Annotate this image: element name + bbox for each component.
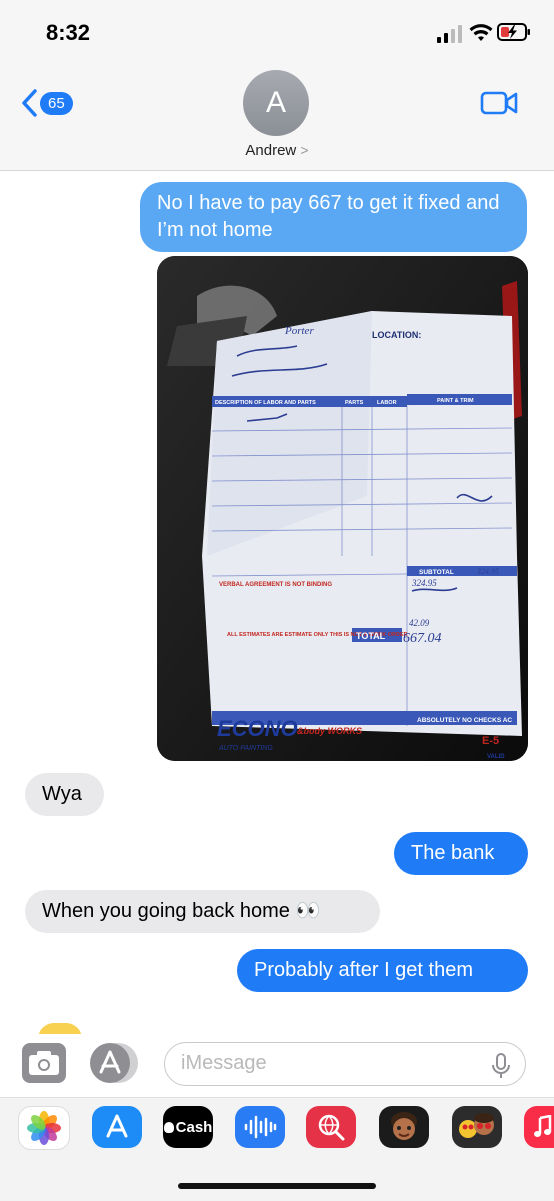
apple-logo-icon — [163, 1121, 174, 1133]
photo-subtotal-label: SUBTOTAL — [419, 569, 454, 576]
memoji-stickers-app-icon[interactable] — [452, 1106, 502, 1148]
photo-subtotal-value: 324.95 — [476, 567, 499, 576]
camera-icon[interactable] — [22, 1043, 66, 1083]
photo-valid: VALID — [487, 754, 505, 760]
photo-handwritten-name: Porter — [284, 325, 314, 337]
sent-message-bubble[interactable]: Probably after I get them — [237, 949, 528, 992]
photo-brand: ECONO — [217, 716, 298, 741]
wifi-icon — [469, 24, 493, 41]
message-text: When you going back home 👀 — [42, 900, 321, 922]
photo-total-label: TOTAL — [356, 631, 386, 641]
audio-message-app-icon[interactable] — [235, 1106, 285, 1148]
imessage-input[interactable]: iMessage — [164, 1042, 526, 1086]
photo-no-checks: ABSOLUTELY NO CHECKS AC — [417, 717, 512, 724]
photo-brand-tag: AUTO PAINTING — [218, 745, 273, 752]
photo-brand-sub: &body WORKS — [297, 726, 362, 736]
message-text: No I have to pay 667 to get it fixed and… — [157, 192, 500, 241]
photo-paint-header: PAINT & TRIM — [437, 398, 474, 404]
music-note-icon — [534, 1115, 552, 1137]
globe-search-icon — [318, 1114, 345, 1141]
photos-app-icon[interactable] — [18, 1106, 70, 1150]
clock: 8:32 — [46, 20, 91, 45]
photo-form-number: E-5 — [482, 735, 499, 747]
waveform-icon — [244, 1115, 277, 1139]
message-text: Probably after I get them — [254, 959, 474, 981]
conversation-header: 65 A Andrew > — [0, 66, 554, 171]
unread-count-badge: 65 — [40, 91, 73, 115]
sent-message-bubble[interactable]: The bank — [394, 832, 528, 875]
memoji-stickers-icon — [459, 1113, 494, 1138]
photo-paint-value: 324.95 — [411, 578, 437, 588]
app-store-app-icon[interactable] — [92, 1106, 142, 1148]
photo-total-value: 667.04 — [403, 631, 442, 646]
apple-cash-app-icon[interactable]: Cash — [163, 1106, 213, 1148]
received-message-bubble[interactable]: Wya — [25, 773, 104, 816]
chevron-right-icon: > — [300, 142, 309, 158]
microphone-icon[interactable] — [491, 1053, 511, 1079]
web-search-app-icon[interactable] — [306, 1106, 356, 1148]
photo-parts-header: PARTS — [345, 400, 364, 406]
sent-image-attachment[interactable]: LOCATION: Porter DESCRIPTION OF LABOR AN… — [157, 256, 528, 761]
message-text: Wya — [42, 783, 82, 805]
message-text: The bank — [411, 842, 495, 864]
app-store-a-icon — [106, 1114, 128, 1138]
contact-name-button[interactable]: Andrew > — [0, 142, 554, 159]
app-store-apps-icon[interactable] — [90, 1043, 138, 1083]
contact-avatar[interactable]: A — [243, 70, 309, 136]
imessage-placeholder: iMessage — [181, 1052, 267, 1074]
photo-location-label: LOCATION: — [372, 330, 421, 340]
facetime-video-icon[interactable] — [480, 90, 518, 116]
estimate-photo: LOCATION: Porter DESCRIPTION OF LABOR AN… — [157, 256, 528, 761]
home-indicator[interactable] — [178, 1183, 376, 1189]
photos-flower-icon — [27, 1111, 61, 1145]
apple-cash-label: Cash — [175, 1118, 213, 1136]
photo-labor-header: LABOR — [377, 400, 397, 406]
battery-charging-icon — [497, 23, 530, 41]
status-bar: 8:32 — [0, 0, 554, 66]
cellular-signal-icon — [437, 25, 462, 43]
contact-name: Andrew — [245, 142, 297, 159]
photo-verbal-agreement: VERBAL AGREEMENT IS NOT BINDING — [219, 582, 332, 588]
photo-tax-value: 42.09 — [409, 618, 430, 628]
memoji-app-icon[interactable] — [379, 1106, 429, 1148]
memoji-face-icon — [391, 1112, 417, 1140]
music-app-icon[interactable] — [524, 1106, 554, 1148]
photo-description-header: DESCRIPTION OF LABOR AND PARTS — [215, 400, 316, 406]
back-button[interactable]: 65 — [20, 88, 73, 118]
received-message-bubble[interactable]: When you going back home 👀 — [25, 890, 380, 933]
sent-message-bubble[interactable]: No I have to pay 667 to get it fixed and… — [140, 182, 527, 252]
chevron-left-icon — [22, 89, 37, 117]
